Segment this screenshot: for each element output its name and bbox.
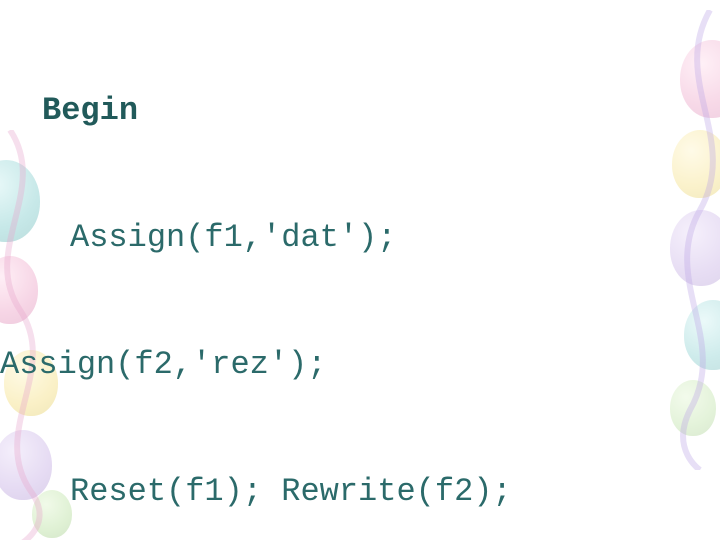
- code-line: Begin: [0, 90, 720, 132]
- code-block: Begin Assign(f1,'dat'); Assign(f2,'rez')…: [0, 0, 720, 540]
- code-line: Assign(f1,'dat');: [0, 217, 720, 259]
- code-line: Reset(f1); Rewrite(f2);: [0, 471, 720, 513]
- code-line: Assign(f2,'rez');: [0, 344, 720, 386]
- keyword-begin: Begin: [42, 92, 138, 129]
